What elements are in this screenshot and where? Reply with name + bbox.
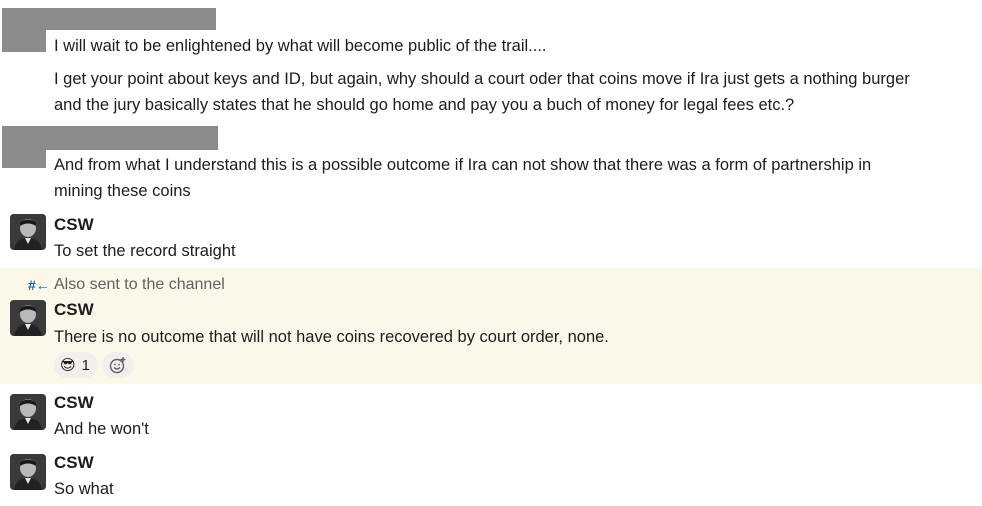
redacted-author-block <box>2 8 216 30</box>
add-reaction-button[interactable] <box>102 352 134 378</box>
avatar[interactable] <box>10 394 46 430</box>
message-text: mining these coins <box>54 182 191 200</box>
message-text: So what <box>54 480 114 498</box>
message-text: And from what I understand this is a pos… <box>54 156 872 174</box>
message-text: and the jury basically states that he sh… <box>54 96 795 114</box>
avatar[interactable] <box>10 214 46 250</box>
author-name[interactable]: CSW <box>54 299 94 321</box>
reaction-count: 1 <box>81 356 90 374</box>
hash-arrow-icon: #← <box>28 277 50 293</box>
author-name[interactable]: CSW <box>54 392 94 414</box>
redacted-author-block <box>2 28 46 52</box>
avatar[interactable] <box>10 454 46 490</box>
reaction-pill[interactable]: 😎 1 <box>54 352 98 378</box>
redacted-author-block <box>2 126 218 150</box>
avatar[interactable] <box>10 300 46 336</box>
message-text: And he won't <box>54 420 149 438</box>
message-text: To set the record straight <box>54 242 236 260</box>
message-text: I get your point about keys and ID, but … <box>54 70 910 88</box>
add-reaction-icon <box>109 357 126 374</box>
message-text: I will wait to be enlightened by what wi… <box>54 37 547 55</box>
also-sent-label: Also sent to the channel <box>54 276 225 293</box>
message-text: There is no outcome that will not have c… <box>54 328 609 346</box>
sunglasses-emoji-icon: 😎 <box>60 357 76 374</box>
author-name[interactable]: CSW <box>54 214 94 236</box>
author-name[interactable]: CSW <box>54 452 94 474</box>
message-list: I will wait to be enlightened by what wi… <box>0 0 982 506</box>
redacted-author-block <box>2 150 46 168</box>
also-sent-to-channel[interactable]: #← Also sent to the channel <box>28 274 225 296</box>
